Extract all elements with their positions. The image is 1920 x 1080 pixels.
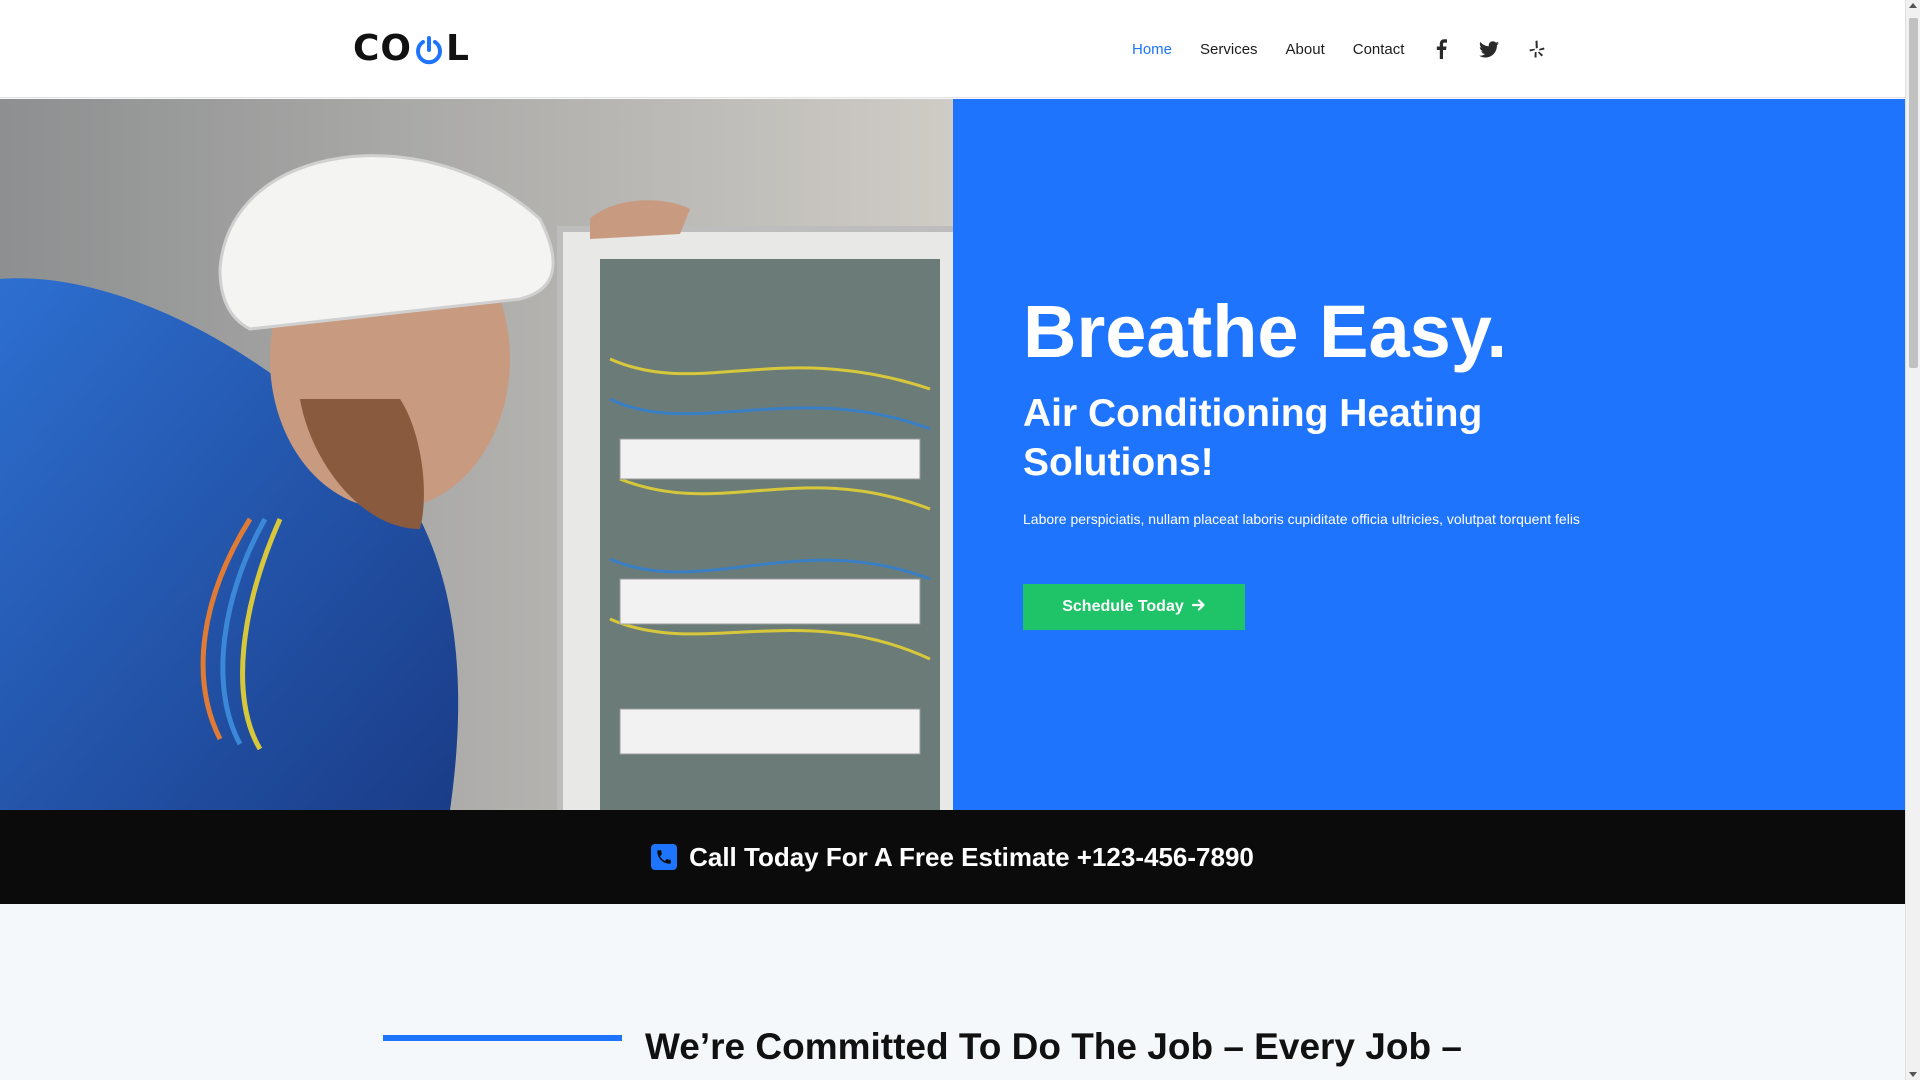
schedule-button-label: Schedule Today [1062, 598, 1184, 615]
nav-services[interactable]: Services [1200, 41, 1258, 58]
logo-text-right: L [446, 27, 470, 69]
phone-icon [651, 844, 678, 870]
hero-image [0, 99, 953, 810]
hero-text: Labore perspiciatis, nullam placeat labo… [1023, 511, 1580, 527]
hero-title: Breathe Easy. [1023, 290, 1507, 373]
section-accent-line [383, 1035, 622, 1041]
logo[interactable]: CO L [353, 27, 470, 69]
nav-contact[interactable]: Contact [1353, 41, 1405, 58]
twitter-icon[interactable] [1478, 38, 1500, 60]
electrician-photo [0, 99, 953, 810]
committed-title: We’re Committed To Do The Job – Every Jo… [645, 1026, 1462, 1067]
call-bar: Call Today For A Free Estimate +123-456-… [0, 810, 1905, 904]
logo-text-left: CO [353, 27, 413, 69]
nav-about[interactable]: About [1286, 41, 1325, 58]
power-icon [414, 33, 444, 65]
site-header: CO L Home Services About Contact [0, 0, 1905, 98]
social-links [1430, 0, 1574, 98]
nav-home[interactable]: Home [1132, 41, 1172, 58]
hero-subtitle: Air Conditioning Heating Solutions! [1023, 392, 1483, 484]
scrollbar-thumb[interactable] [1909, 18, 1918, 368]
main-nav: Home Services About Contact [1132, 0, 1432, 98]
yelp-icon[interactable] [1526, 38, 1548, 60]
hero-panel: Breathe Easy. Air Conditioning Heating S… [953, 99, 1905, 810]
schedule-button[interactable]: Schedule Today [1023, 584, 1245, 630]
scroll-up-icon[interactable] [1909, 3, 1917, 8]
facebook-icon[interactable] [1430, 38, 1452, 60]
scrollbar[interactable] [1905, 0, 1920, 1080]
scroll-down-icon[interactable] [1909, 1072, 1917, 1077]
call-text[interactable]: Call Today For A Free Estimate +123-456-… [689, 842, 1254, 873]
arrow-right-icon [1191, 598, 1206, 616]
